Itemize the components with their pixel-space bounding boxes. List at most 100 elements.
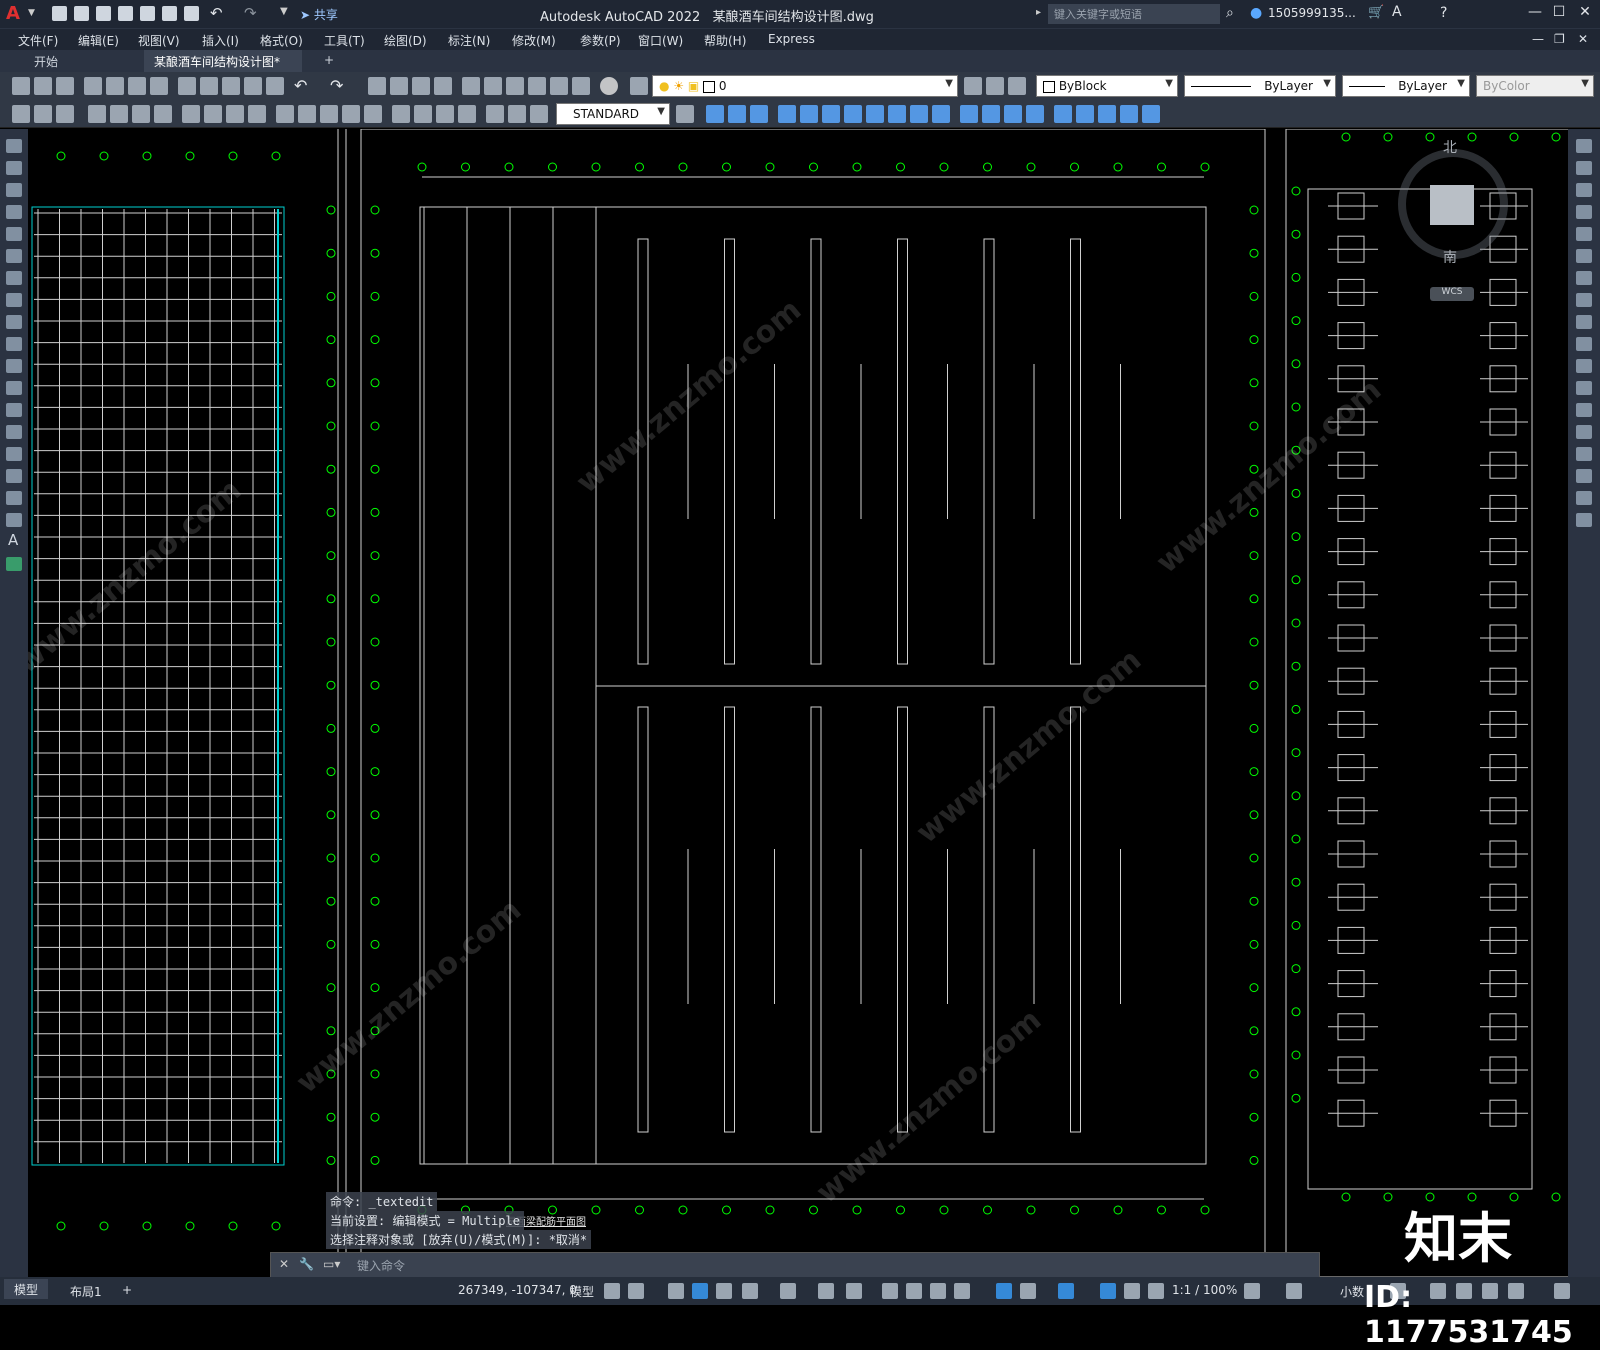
print-icon[interactable] — [84, 77, 102, 95]
chamfer-palette-icon[interactable] — [1576, 447, 1592, 461]
infer-constraints-icon[interactable] — [668, 1283, 684, 1299]
web-icon[interactable] — [150, 77, 168, 95]
drawing-canvas[interactable]: www.znzmo.com www.znzmo.com www.znzmo.co… — [28, 129, 1568, 1277]
stretch-palette-icon[interactable] — [1576, 315, 1592, 329]
user-icon[interactable]: ● — [1250, 5, 1262, 21]
join-icon[interactable] — [982, 105, 1000, 123]
lineweight-dropdown[interactable]: ByLayer ▼ — [1342, 75, 1470, 97]
menu-edit[interactable]: 编辑(E) — [78, 32, 119, 49]
rotate-palette-icon[interactable] — [1576, 271, 1592, 285]
circle-tool-icon[interactable] — [6, 271, 22, 285]
qnew-icon[interactable] — [12, 77, 30, 95]
annotation-monitor-icon[interactable] — [1286, 1283, 1302, 1299]
break-point-palette-icon[interactable] — [1576, 381, 1592, 395]
units-dropdown[interactable]: 小数 — [1340, 1283, 1364, 1300]
point-tool-icon[interactable] — [6, 425, 22, 439]
object-snap-tracking-icon[interactable] — [818, 1283, 834, 1299]
zoom-realtime-icon[interactable] — [390, 77, 408, 95]
new-file-icon[interactable] — [52, 6, 67, 21]
help-toolbar-icon[interactable] — [600, 77, 618, 95]
command-input[interactable]: 键入命令 — [357, 1257, 405, 1274]
new-tab-button[interactable]: + — [314, 50, 344, 72]
construction-line-icon[interactable] — [6, 161, 22, 175]
gradient-tool-icon[interactable] — [6, 469, 22, 483]
mtext-tool-icon[interactable]: A — [8, 531, 18, 549]
dimension-text-edit-icon[interactable] — [508, 105, 526, 123]
tab-drawing[interactable]: 某酿酒车间结构设计图* ✕ — [144, 50, 302, 84]
menu-parametric[interactable]: 参数(P) — [580, 32, 621, 49]
erase-icon[interactable] — [706, 105, 724, 123]
plot-icon[interactable] — [184, 6, 199, 21]
explode-icon[interactable] — [1054, 105, 1072, 123]
dynamic-ucs-icon[interactable] — [996, 1283, 1012, 1299]
cut-icon[interactable] — [178, 77, 196, 95]
workspace-gear-icon[interactable] — [1244, 1283, 1260, 1299]
explode-palette-icon[interactable] — [1576, 513, 1592, 527]
quick-dimension-icon[interactable] — [276, 105, 294, 123]
polar-tracking-icon[interactable] — [742, 1283, 758, 1299]
make-current-icon[interactable] — [964, 77, 982, 95]
trim-palette-icon[interactable] — [1576, 337, 1592, 351]
publish-icon[interactable] — [128, 77, 146, 95]
blend-palette-icon[interactable] — [1576, 491, 1592, 505]
coordinates-readout[interactable]: 267349, -107347, 0 — [458, 1283, 577, 1297]
viewcube-top-face[interactable] — [1430, 185, 1474, 225]
linetype-dropdown[interactable]: ByLayer ▼ — [1184, 75, 1336, 97]
add-layout-button[interactable]: + — [122, 1283, 132, 1297]
cart-icon[interactable]: 🛒 — [1368, 5, 1384, 20]
open-icon[interactable] — [34, 77, 52, 95]
hatch-tool-icon[interactable] — [6, 447, 22, 461]
linear-dimension-icon[interactable] — [88, 105, 106, 123]
layer-properties-icon[interactable] — [630, 77, 648, 95]
add-selected-icon[interactable] — [6, 557, 22, 571]
diameter-dimension-icon[interactable] — [226, 105, 244, 123]
paste-icon[interactable] — [222, 77, 240, 95]
insert-block-icon[interactable] — [6, 381, 22, 395]
region-tool-icon[interactable] — [6, 491, 22, 505]
revcloud-tool-icon[interactable] — [6, 293, 22, 307]
table-tool-icon[interactable] — [6, 513, 22, 527]
quickcalc-icon[interactable] — [572, 77, 590, 95]
snap-icon[interactable] — [628, 1283, 644, 1299]
menu-express[interactable]: Express — [768, 32, 815, 46]
grid-icon[interactable] — [604, 1283, 620, 1299]
copy-icon[interactable] — [200, 77, 218, 95]
menu-format[interactable]: 格式(O) — [260, 32, 303, 49]
search-icon[interactable]: ⌕ — [1226, 5, 1234, 21]
array-icon[interactable] — [800, 105, 818, 123]
rectangle-tool-icon[interactable] — [6, 227, 22, 241]
move-palette-icon[interactable] — [1576, 249, 1592, 263]
array-palette-icon[interactable] — [1576, 227, 1592, 241]
baseline-dimension-icon[interactable] — [298, 105, 316, 123]
dimension-break-icon[interactable] — [364, 105, 382, 123]
offset-icon[interactable] — [778, 105, 796, 123]
tab-model[interactable]: 模型 — [4, 1279, 49, 1299]
layer-walk-icon[interactable] — [34, 105, 52, 123]
lineweight-icon[interactable] — [882, 1283, 898, 1299]
spline-tool-icon[interactable] — [6, 315, 22, 329]
ordinate-dimension-icon[interactable] — [154, 105, 172, 123]
menu-view[interactable]: 视图(V) — [138, 32, 180, 49]
selection-cycling-icon[interactable] — [930, 1283, 946, 1299]
command-recent-icon[interactable]: ▭▾ — [323, 1257, 340, 1271]
preview-icon[interactable] — [106, 77, 124, 95]
scale-palette-icon[interactable] — [1576, 293, 1592, 307]
tab-layout1[interactable]: 布局1 — [70, 1283, 102, 1300]
3d-osnap-icon[interactable] — [954, 1283, 970, 1299]
fillet-icon[interactable] — [1026, 105, 1044, 123]
save-web-icon[interactable] — [162, 6, 177, 21]
autocad-logo-icon[interactable]: A — [6, 3, 26, 24]
menu-modify[interactable]: 修改(M) — [512, 32, 556, 49]
layer-dropdown[interactable]: ● ☀ ▣ 0 ▼ — [652, 75, 958, 97]
close-button[interactable]: ✕ — [1574, 4, 1596, 24]
autodesk-a360-icon[interactable]: A — [1392, 4, 1402, 20]
menu-file[interactable]: 文件(F) — [18, 32, 58, 49]
copy-object-icon[interactable] — [728, 105, 746, 123]
search-expand-icon[interactable]: ▸ — [1036, 7, 1041, 18]
copy-palette-icon[interactable] — [1576, 161, 1592, 175]
zoom-window-icon[interactable] — [412, 77, 430, 95]
object-snap-icon[interactable] — [846, 1283, 862, 1299]
layer-previous-icon[interactable] — [986, 77, 1004, 95]
properties-icon[interactable] — [462, 77, 480, 95]
annotation-visibility-icon[interactable] — [1100, 1283, 1116, 1299]
